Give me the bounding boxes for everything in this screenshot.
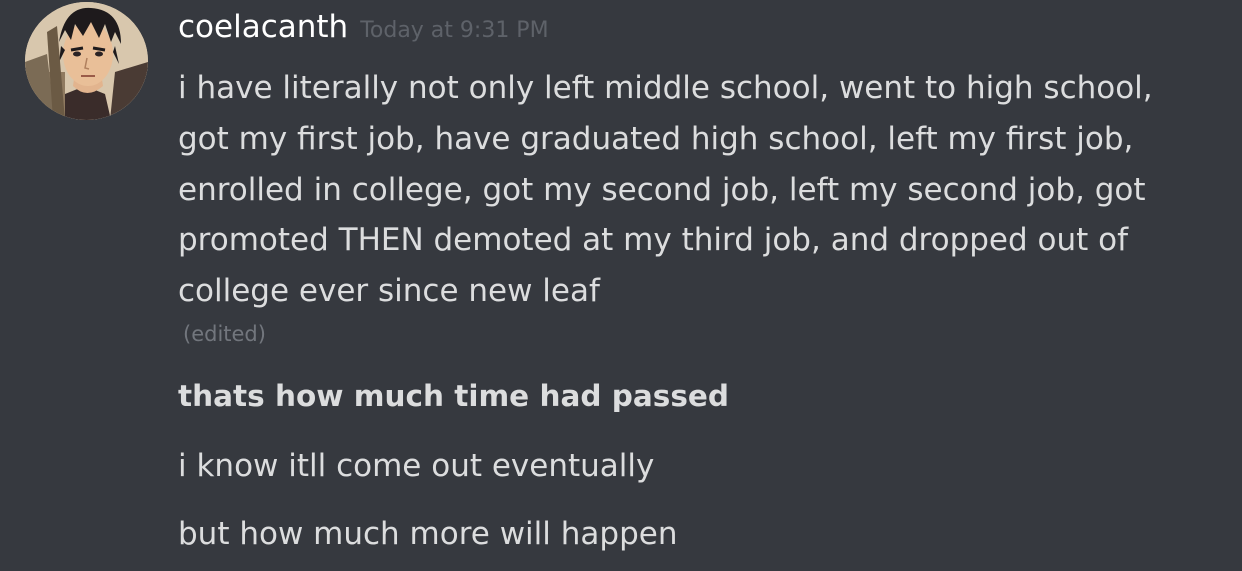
message-timestamp[interactable]: Today at 9:31 PM xyxy=(360,18,548,43)
user-avatar[interactable] xyxy=(25,2,148,120)
anime-character-avatar-icon xyxy=(25,2,148,120)
message-line: promoted THEN demoted at my third job, a… xyxy=(178,222,1129,258)
username[interactable]: coelacanth xyxy=(178,4,348,50)
message-line: got my first job, have graduated high sc… xyxy=(178,121,1134,157)
followup-message: thats how much time had passed xyxy=(178,379,730,413)
message-group: coelacanth Today at 9:31 PM i have liter… xyxy=(0,0,1242,571)
followup-message: but how much more will happen xyxy=(178,516,678,552)
message-header: coelacanth Today at 9:31 PM xyxy=(178,4,549,50)
followup-message: i know itll come out eventually xyxy=(178,448,655,484)
message-line: college ever since new leaf xyxy=(178,273,600,309)
message-line: i have literally not only left middle sc… xyxy=(178,70,1153,106)
edited-label: (edited) xyxy=(183,322,266,346)
message-line: enrolled in college, got my second job, … xyxy=(178,172,1146,208)
